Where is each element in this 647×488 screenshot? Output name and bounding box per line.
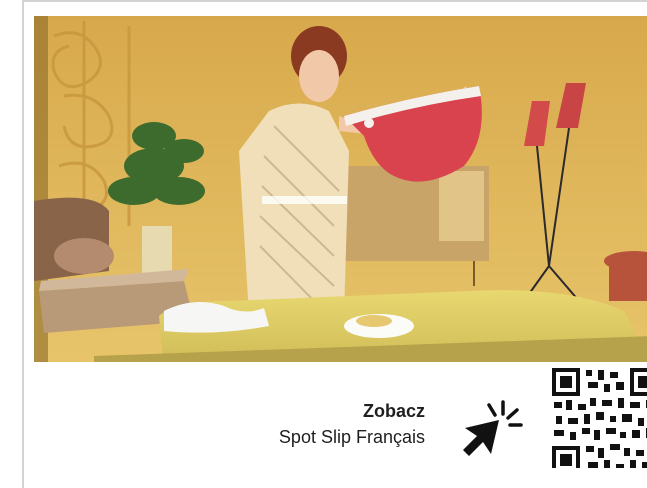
video-thumbnail[interactable] <box>34 16 647 362</box>
video-scene <box>34 16 647 362</box>
qr-code-icon <box>552 368 647 468</box>
promo-title: Zobacz <box>362 401 425 421</box>
hand-pointer-click-icon <box>455 390 525 460</box>
promo-subtitle: Spot Slip Français <box>278 427 425 447</box>
promo-caption[interactable]: Zobacz Spot Slip Français <box>279 398 425 450</box>
